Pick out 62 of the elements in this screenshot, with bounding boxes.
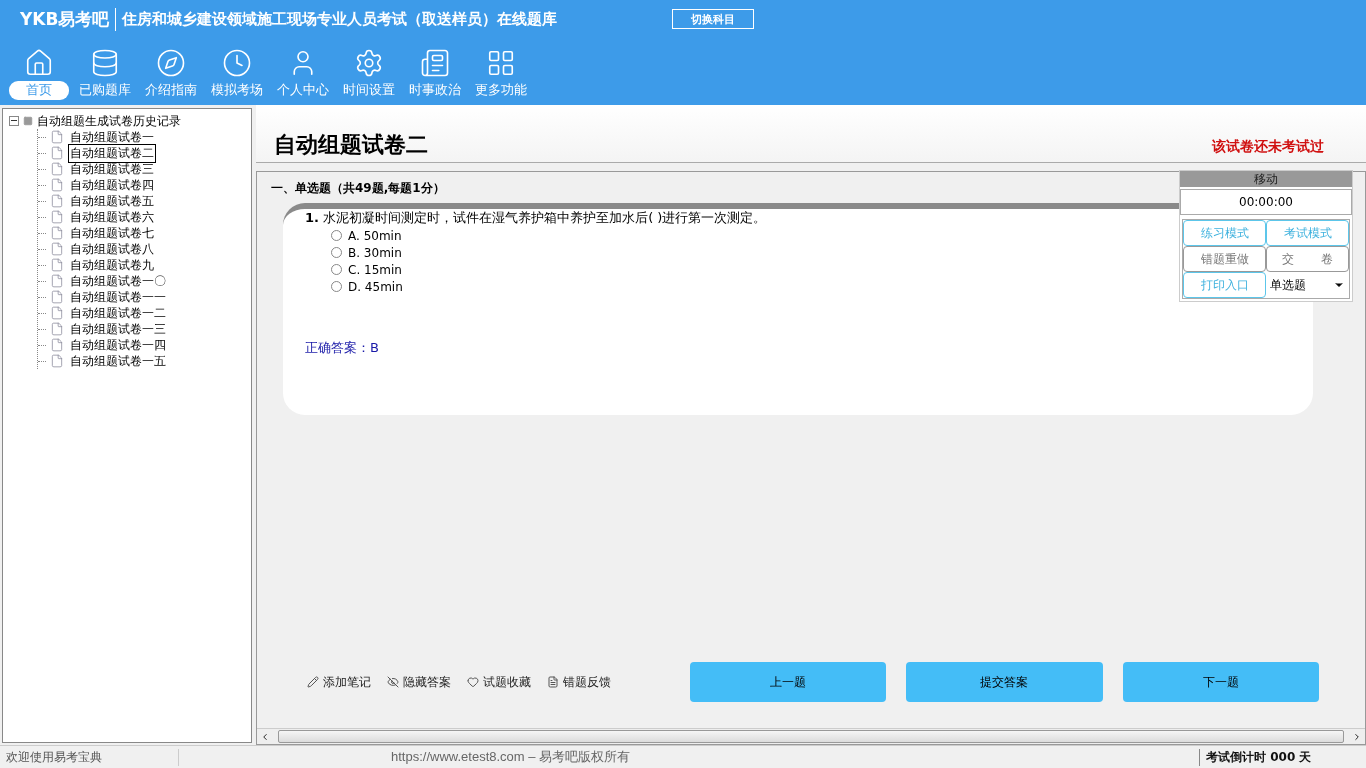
document-icon xyxy=(50,242,64,256)
document-icon xyxy=(50,290,64,304)
scroll-left-icon[interactable] xyxy=(260,731,270,742)
heart-icon xyxy=(467,676,479,688)
exam-status: 该试卷还未考试过 xyxy=(1212,138,1324,156)
document-icon xyxy=(50,274,64,288)
radio-button[interactable] xyxy=(331,230,342,241)
radio-button[interactable] xyxy=(331,247,342,258)
scroll-right-icon[interactable] xyxy=(1352,731,1362,742)
nav-button[interactable]: 下一题 xyxy=(1122,662,1319,702)
pencil-icon xyxy=(307,676,319,688)
collapse-icon[interactable] xyxy=(9,116,19,126)
app-title: 住房和城乡建设领域施工现场专业人员考试（取送样员）在线题库 xyxy=(122,9,559,29)
question-type-select[interactable]: 单选题 xyxy=(1266,272,1349,298)
countdown-text: 考试倒计时 000 天 xyxy=(1199,748,1366,766)
mode-button[interactable]: 交 卷 xyxy=(1266,246,1349,272)
tool-button[interactable]: 隐藏答案 xyxy=(387,673,451,691)
nav-button[interactable]: 上一题 xyxy=(689,662,887,702)
tool-button[interactable]: 添加笔记 xyxy=(307,673,371,691)
document-icon xyxy=(50,210,64,224)
radio-button[interactable] xyxy=(331,281,342,292)
move-handle[interactable]: 移动 xyxy=(1180,171,1352,187)
document-icon xyxy=(50,258,64,272)
mode-button[interactable]: 错题重做 xyxy=(1183,246,1266,272)
section-heading: 一、单选题（共49题,每题1分） xyxy=(270,180,446,197)
document-icon xyxy=(50,178,64,192)
document-icon xyxy=(50,162,64,176)
question-text: 1. 水泥初凝时间测定时，试件在湿气养护箱中养护至加水后( )进行第一次测定。 xyxy=(305,209,768,227)
option-label: B. 30min xyxy=(348,245,402,260)
option-label: D. 45min xyxy=(348,279,403,294)
settings-icon[interactable] xyxy=(354,48,384,78)
document-icon xyxy=(50,306,64,320)
brand-logo: YKB易考吧 xyxy=(20,7,117,31)
option-label: C. 15min xyxy=(348,262,402,277)
timer: 00:00:00 xyxy=(1180,189,1352,215)
newspaper-icon[interactable] xyxy=(420,48,450,78)
correct-answer: 正确答案：B xyxy=(305,339,380,357)
document-icon xyxy=(50,354,64,368)
compass-icon[interactable] xyxy=(156,48,186,78)
clock-icon[interactable] xyxy=(222,48,252,78)
horizontal-scrollbar[interactable] xyxy=(257,728,1365,744)
copyright-text: https://www.etest8.com – 易考吧版权所有 xyxy=(391,748,632,766)
document-icon xyxy=(50,194,64,208)
welcome-text: 欢迎使用易考宝典 xyxy=(0,748,179,766)
exam-title: 自动组题试卷二 xyxy=(274,131,428,159)
home-icon[interactable] xyxy=(24,48,54,78)
document-icon xyxy=(50,226,64,240)
option-label: A. 50min xyxy=(348,228,402,243)
tool-button[interactable]: 错题反馈 xyxy=(547,673,611,691)
document-icon xyxy=(547,676,559,688)
tree-root-item[interactable]: 自动组题生成试卷历史记录 xyxy=(37,112,181,130)
document-icon xyxy=(50,322,64,336)
document-icon xyxy=(50,338,64,352)
document-icon xyxy=(50,130,64,144)
nav-button[interactable]: 提交答案 xyxy=(906,662,1103,702)
radio-button[interactable] xyxy=(331,264,342,275)
grid-icon[interactable] xyxy=(486,48,516,78)
tool-button[interactable]: 试题收藏 xyxy=(467,673,531,691)
tree-item[interactable]: 自动组题试卷二 xyxy=(68,143,156,163)
document-icon xyxy=(50,146,64,160)
database-icon[interactable] xyxy=(90,48,120,78)
eye-off-icon xyxy=(387,676,399,688)
